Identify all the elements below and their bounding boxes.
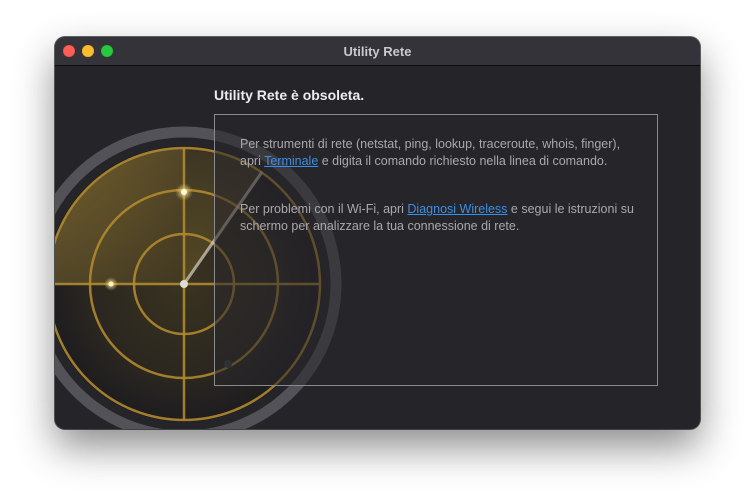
app-window: Utility Rete Utility Rete è obsoleta. Pe… xyxy=(55,37,700,429)
terminal-paragraph: Per strumenti di rete (netstat, ping, lo… xyxy=(240,136,635,169)
wireless-diagnostics-link[interactable]: Diagnosi Wireless xyxy=(407,202,507,216)
terminal-text-after: e digita il comando richiesto nella line… xyxy=(318,153,608,168)
page-title: Utility Rete è obsoleta. xyxy=(214,87,365,103)
window-title: Utility Rete xyxy=(343,44,412,59)
title-bar[interactable]: Utility Rete xyxy=(55,37,700,66)
wifi-text-before: Per problemi con il Wi-Fi, apri xyxy=(240,202,408,216)
content-area: Utility Rete è obsoleta. Per strumenti d… xyxy=(55,66,700,429)
wifi-paragraph: Per problemi con il Wi-Fi, apri Diagnosi… xyxy=(240,201,635,234)
terminal-link[interactable]: Terminale xyxy=(264,154,318,168)
message-panel: Per strumenti di rete (netstat, ping, lo… xyxy=(214,114,658,386)
